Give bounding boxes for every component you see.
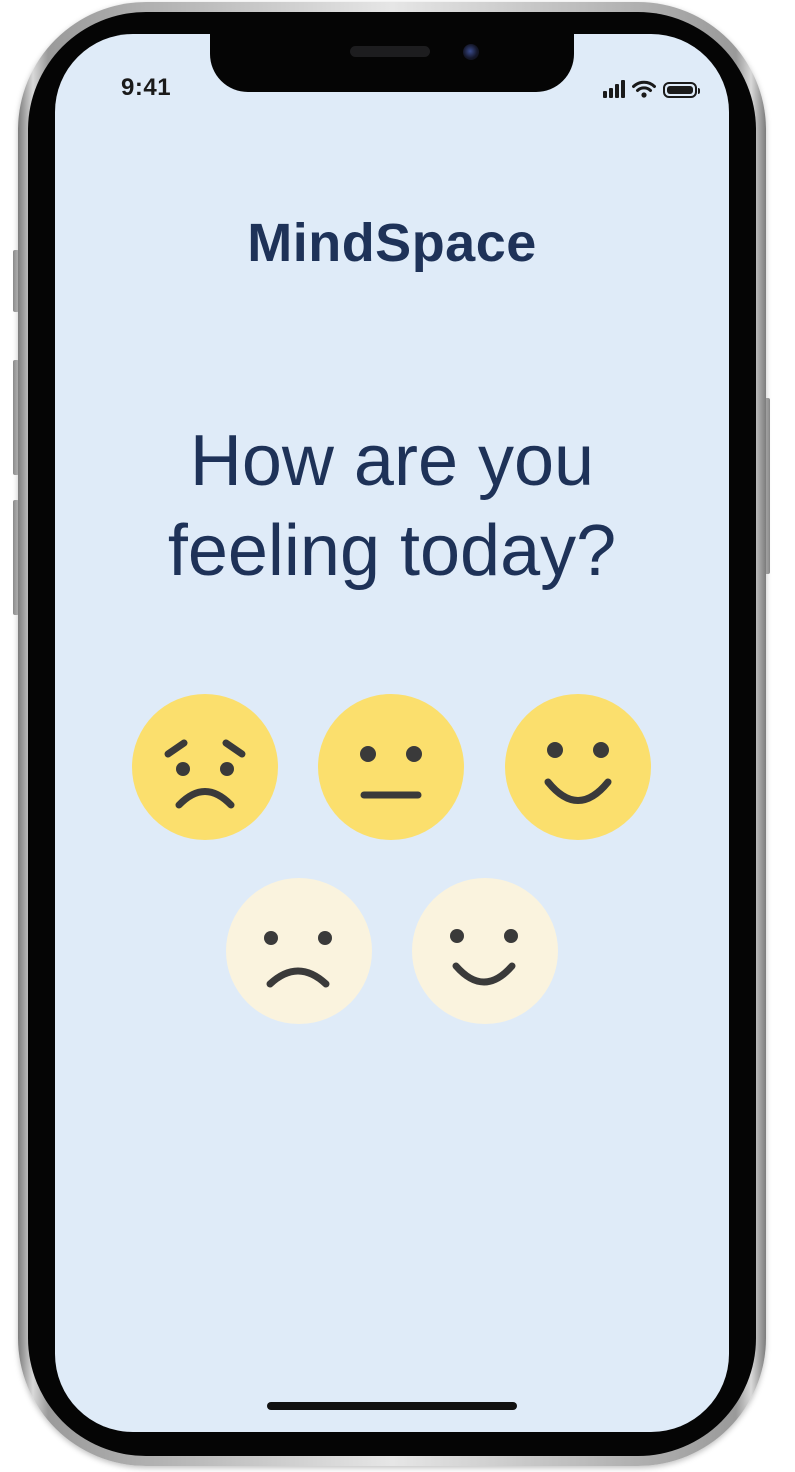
notch bbox=[210, 34, 574, 92]
earpiece-speaker bbox=[350, 46, 430, 57]
wifi-icon bbox=[632, 80, 656, 98]
app-title: MindSpace bbox=[247, 213, 537, 273]
mood-prompt: How are you feeling today? bbox=[75, 416, 709, 596]
worried-face-icon bbox=[164, 739, 246, 809]
phone-screen: 9:41 MindSpace How are you feeling today… bbox=[55, 34, 729, 1432]
mood-prompt-line-2: feeling today? bbox=[167, 511, 617, 591]
front-camera bbox=[463, 44, 479, 60]
status-icons bbox=[603, 78, 700, 98]
home-indicator[interactable] bbox=[267, 1402, 517, 1410]
status-time: 9:41 bbox=[121, 74, 172, 101]
battery-level bbox=[667, 86, 693, 94]
mood-prompt-line-1: How are you bbox=[189, 421, 595, 501]
smiling-face-icon bbox=[450, 929, 518, 986]
frowning-face-icon bbox=[264, 931, 332, 988]
smiling-face-icon bbox=[544, 742, 612, 804]
mood-option-happy[interactable] bbox=[505, 694, 651, 840]
battery-icon bbox=[663, 82, 700, 98]
page: 9:41 MindSpace How are you feeling today… bbox=[0, 0, 795, 1472]
mood-option-worried[interactable] bbox=[132, 694, 278, 840]
mood-option-content[interactable] bbox=[412, 878, 558, 1024]
mood-option-sad[interactable] bbox=[226, 878, 372, 1024]
mood-option-neutral[interactable] bbox=[318, 694, 464, 840]
cellular-signal-icon bbox=[603, 80, 625, 98]
neutral-face-icon bbox=[360, 746, 422, 799]
